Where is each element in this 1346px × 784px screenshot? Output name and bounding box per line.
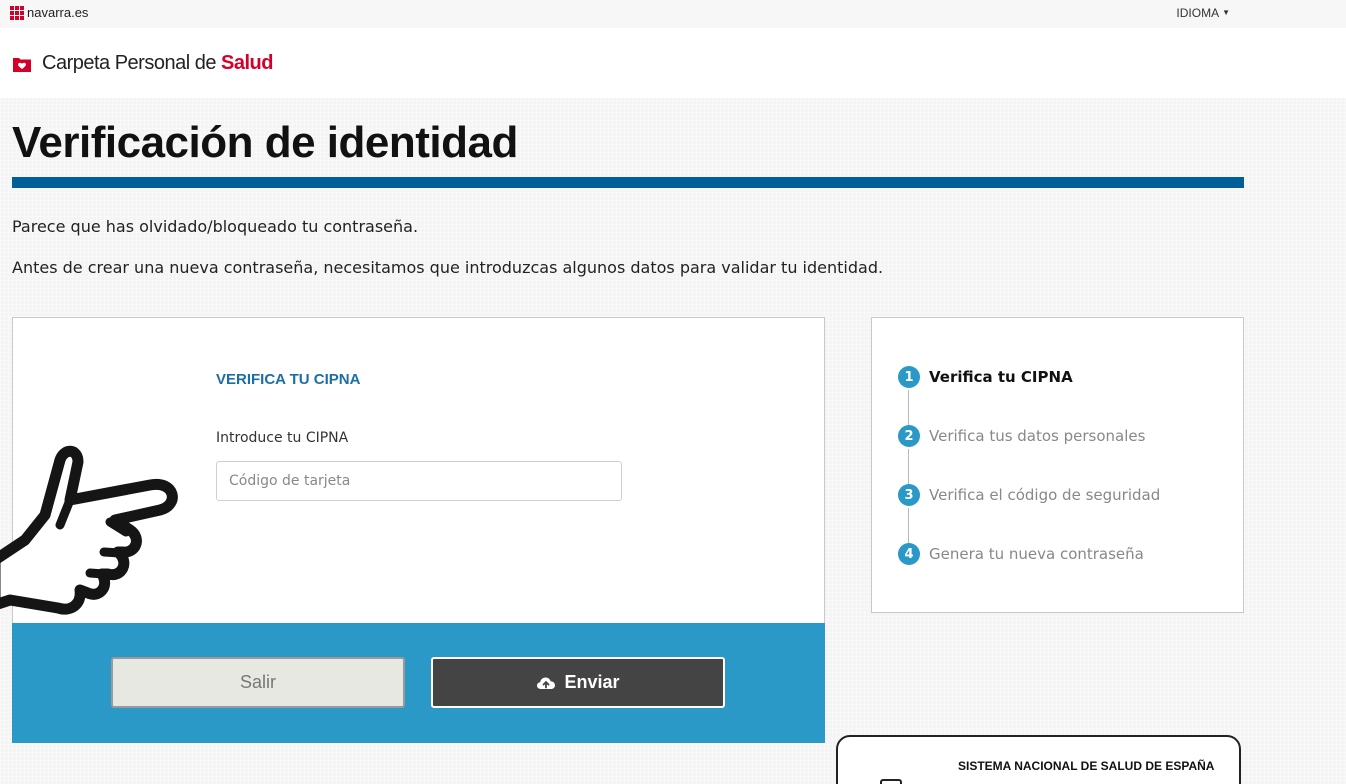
- cipna-input[interactable]: [216, 461, 622, 501]
- step-item: 4 Genera tu nueva contraseña: [898, 543, 1144, 565]
- intro-text-1: Parece que has olvidado/bloqueado tu con…: [12, 217, 419, 236]
- step-label: Verifica tu CIPNA: [929, 368, 1073, 386]
- health-card-title: SISTEMA NACIONAL DE SALUD DE ESPAÑA: [958, 759, 1215, 773]
- step-connector: [908, 449, 909, 485]
- step-number-badge: 1: [898, 366, 920, 388]
- step-number-badge: 4: [898, 543, 920, 565]
- step-item: 1 Verifica tu CIPNA: [898, 366, 1073, 388]
- step-number-badge: 2: [898, 425, 920, 447]
- submit-button[interactable]: Enviar: [431, 657, 725, 708]
- navarra-logo[interactable]: navarra.es: [10, 6, 88, 20]
- step-label: Verifica tus datos personales: [929, 427, 1146, 445]
- cipna-field-label: Introduce tu CIPNA: [216, 430, 349, 446]
- step-label: Genera tu nueva contraseña: [929, 545, 1144, 563]
- step-item: 3 Verifica el código de seguridad: [898, 484, 1160, 506]
- app-brand[interactable]: Carpeta Personal de Salud: [42, 52, 273, 75]
- heart-folder-icon: [13, 58, 31, 72]
- top-bar: navarra.es IDIOMA ▼: [0, 0, 1346, 28]
- exit-button-label: Salir: [239, 672, 276, 692]
- language-menu[interactable]: IDIOMA ▼: [1176, 6, 1230, 20]
- intro-text-2: Antes de crear una nueva contraseña, nec…: [12, 258, 884, 277]
- steps-panel: 1 Verifica tu CIPNA 2 Verifica tus datos…: [871, 317, 1244, 613]
- card-chip-icon: [880, 779, 902, 784]
- step-connector: [908, 508, 909, 544]
- step-number-badge: 3: [898, 484, 920, 506]
- cloud-upload-icon: [537, 677, 556, 689]
- navarra-dots-icon: [10, 6, 24, 20]
- brand-name-prefix: Carpeta Personal de: [42, 52, 222, 74]
- form-actions: Salir Enviar: [12, 623, 825, 743]
- step-label: Verifica el código de seguridad: [929, 486, 1161, 504]
- exit-button[interactable]: Salir: [111, 657, 405, 708]
- submit-button-label: Enviar: [564, 672, 620, 692]
- brand-name-accent: Salud: [221, 52, 273, 74]
- site-name: navarra.es: [27, 5, 89, 20]
- step-item: 2 Verifica tus datos personales: [898, 425, 1145, 447]
- health-card-preview: SISTEMA NACIONAL DE SALUD DE ESPAÑA: [836, 735, 1241, 784]
- page-title: Verificación de identidad: [12, 118, 518, 167]
- language-label: IDIOMA: [1176, 6, 1220, 20]
- caret-down-icon: ▼: [1222, 8, 1230, 17]
- step-connector: [908, 390, 909, 426]
- form-heading: VERIFICA TU CIPNA: [216, 371, 361, 388]
- title-divider: [12, 177, 1244, 188]
- pointing-hand-icon: [0, 445, 178, 615]
